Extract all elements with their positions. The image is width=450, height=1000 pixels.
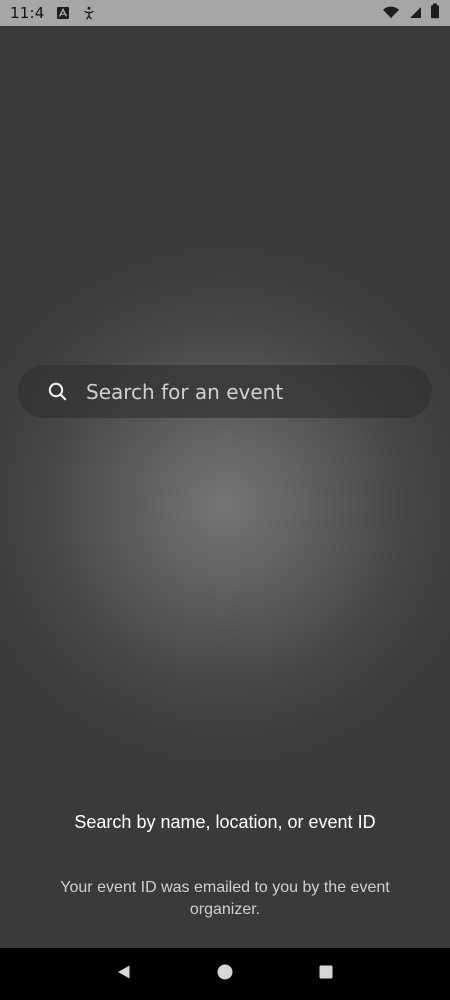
search-help-title: Search by name, location, or event ID — [74, 812, 376, 832]
battery-icon — [430, 3, 440, 23]
search-event-screen: 11:4 Search for an event Search by name,… — [0, 0, 450, 1000]
wifi-icon — [382, 4, 400, 23]
accessibility-icon — [82, 6, 96, 20]
recents-nav-icon — [317, 963, 335, 985]
recents-nav-button[interactable] — [306, 954, 346, 994]
keyboard-app-icon — [56, 6, 70, 20]
cellular-signal-icon — [408, 4, 422, 23]
back-nav-icon — [115, 963, 133, 985]
main-content: Search by name, location, or event ID Yo… — [0, 26, 450, 948]
event-search-input[interactable] — [86, 365, 414, 418]
back-nav-button[interactable] — [104, 954, 144, 994]
status-bar: 11:4 — [0, 0, 450, 26]
search-icon — [46, 380, 70, 404]
status-left-group: 11:4 — [10, 4, 96, 22]
home-nav-icon — [216, 963, 234, 985]
event-id-help-text: Your event ID was emailed to you by the … — [60, 879, 390, 918]
system-navigation-bar — [0, 948, 450, 1000]
event-search-bar[interactable] — [18, 365, 432, 418]
status-time: 11:4 — [10, 4, 45, 22]
status-right-group — [382, 3, 440, 23]
home-nav-button[interactable] — [205, 954, 245, 994]
